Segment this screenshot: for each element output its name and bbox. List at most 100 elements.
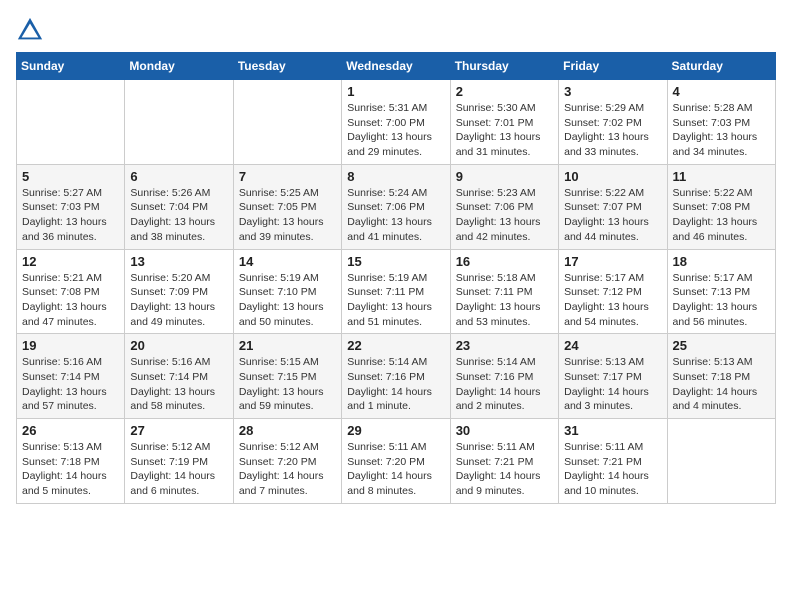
day-number: 31 [564,423,661,438]
calendar-day-cell: 21 Sunrise: 5:15 AMSunset: 7:15 PMDayligh… [233,334,341,419]
day-detail: Sunrise: 5:16 AMSunset: 7:14 PMDaylight:… [130,355,227,414]
day-detail: Sunrise: 5:16 AMSunset: 7:14 PMDaylight:… [22,355,119,414]
day-detail: Sunrise: 5:21 AMSunset: 7:08 PMDaylight:… [22,271,119,330]
calendar-day-cell: 14 Sunrise: 5:19 AMSunset: 7:10 PMDayligh… [233,249,341,334]
day-detail: Sunrise: 5:23 AMSunset: 7:06 PMDaylight:… [456,186,553,245]
calendar-day-cell: 13 Sunrise: 5:20 AMSunset: 7:09 PMDayligh… [125,249,233,334]
day-detail: Sunrise: 5:18 AMSunset: 7:11 PMDaylight:… [456,271,553,330]
day-detail: Sunrise: 5:11 AMSunset: 7:21 PMDaylight:… [564,440,661,499]
day-number: 19 [22,338,119,353]
day-number: 17 [564,254,661,269]
day-detail: Sunrise: 5:22 AMSunset: 7:08 PMDaylight:… [673,186,770,245]
calendar-day-cell: 22 Sunrise: 5:14 AMSunset: 7:16 PMDayligh… [342,334,450,419]
day-number: 16 [456,254,553,269]
day-number: 9 [456,169,553,184]
calendar-day-cell: 9 Sunrise: 5:23 AMSunset: 7:06 PMDaylight… [450,164,558,249]
calendar-day-cell: 30Sunrise: 5:11 AMSunset: 7:21 PMDayligh… [450,419,558,504]
calendar-day-cell: 25 Sunrise: 5:13 AMSunset: 7:18 PMDayligh… [667,334,775,419]
day-detail: Sunrise: 5:24 AMSunset: 7:06 PMDaylight:… [347,186,444,245]
day-number: 5 [22,169,119,184]
calendar-day-cell: 10 Sunrise: 5:22 AMSunset: 7:07 PMDayligh… [559,164,667,249]
day-number: 10 [564,169,661,184]
day-number: 21 [239,338,336,353]
calendar-day-cell: 28 Sunrise: 5:12 AMSunset: 7:20 PMDayligh… [233,419,341,504]
day-of-week-header: Monday [125,53,233,80]
calendar-day-cell: 29 Sunrise: 5:11 AMSunset: 7:20 PMDayligh… [342,419,450,504]
calendar-header-row: SundayMondayTuesdayWednesdayThursdayFrid… [17,53,776,80]
page-header [16,16,776,44]
day-detail: Sunrise: 5:13 AMSunset: 7:18 PMDaylight:… [22,440,119,499]
calendar-day-cell: 2 Sunrise: 5:30 AMSunset: 7:01 PMDaylight… [450,80,558,165]
day-number: 11 [673,169,770,184]
day-detail: Sunrise: 5:13 AMSunset: 7:18 PMDaylight:… [673,355,770,414]
day-number: 1 [347,84,444,99]
day-number: 29 [347,423,444,438]
calendar-day-cell: 8Sunrise: 5:24 AMSunset: 7:06 PMDaylight… [342,164,450,249]
calendar-table: SundayMondayTuesdayWednesdayThursdayFrid… [16,52,776,504]
day-number: 12 [22,254,119,269]
calendar-day-cell: 23Sunrise: 5:14 AMSunset: 7:16 PMDayligh… [450,334,558,419]
day-detail: Sunrise: 5:17 AMSunset: 7:12 PMDaylight:… [564,271,661,330]
day-of-week-header: Thursday [450,53,558,80]
day-number: 15 [347,254,444,269]
logo-icon [16,16,44,44]
day-number: 25 [673,338,770,353]
day-detail: Sunrise: 5:14 AMSunset: 7:16 PMDaylight:… [347,355,444,414]
calendar-day-cell: 6Sunrise: 5:26 AMSunset: 7:04 PMDaylight… [125,164,233,249]
day-detail: Sunrise: 5:12 AMSunset: 7:20 PMDaylight:… [239,440,336,499]
calendar-day-cell: 3 Sunrise: 5:29 AMSunset: 7:02 PMDaylight… [559,80,667,165]
day-number: 13 [130,254,227,269]
day-detail: Sunrise: 5:15 AMSunset: 7:15 PMDaylight:… [239,355,336,414]
day-detail: Sunrise: 5:17 AMSunset: 7:13 PMDaylight:… [673,271,770,330]
day-number: 4 [673,84,770,99]
calendar-day-cell: 31 Sunrise: 5:11 AMSunset: 7:21 PMDayligh… [559,419,667,504]
day-number: 27 [130,423,227,438]
day-detail: Sunrise: 5:22 AMSunset: 7:07 PMDaylight:… [564,186,661,245]
calendar-week-row: 12 Sunrise: 5:21 AMSunset: 7:08 PMDayligh… [17,249,776,334]
day-number: 24 [564,338,661,353]
day-detail: Sunrise: 5:25 AMSunset: 7:05 PMDaylight:… [239,186,336,245]
calendar-day-cell: 20Sunrise: 5:16 AMSunset: 7:14 PMDayligh… [125,334,233,419]
calendar-day-cell: 24Sunrise: 5:13 AMSunset: 7:17 PMDayligh… [559,334,667,419]
day-of-week-header: Tuesday [233,53,341,80]
day-number: 26 [22,423,119,438]
calendar-week-row: 26 Sunrise: 5:13 AMSunset: 7:18 PMDayligh… [17,419,776,504]
day-number: 18 [673,254,770,269]
calendar-day-cell [17,80,125,165]
calendar-day-cell: 16 Sunrise: 5:18 AMSunset: 7:11 PMDayligh… [450,249,558,334]
day-number: 2 [456,84,553,99]
day-detail: Sunrise: 5:19 AMSunset: 7:10 PMDaylight:… [239,271,336,330]
day-number: 7 [239,169,336,184]
day-detail: Sunrise: 5:31 AMSunset: 7:00 PMDaylight:… [347,101,444,160]
calendar-day-cell: 12 Sunrise: 5:21 AMSunset: 7:08 PMDayligh… [17,249,125,334]
day-detail: Sunrise: 5:28 AMSunset: 7:03 PMDaylight:… [673,101,770,160]
calendar-day-cell: 15 Sunrise: 5:19 AMSunset: 7:11 PMDayligh… [342,249,450,334]
day-detail: Sunrise: 5:19 AMSunset: 7:11 PMDaylight:… [347,271,444,330]
day-number: 22 [347,338,444,353]
calendar-day-cell: 1 Sunrise: 5:31 AMSunset: 7:00 PMDaylight… [342,80,450,165]
calendar-week-row: 1 Sunrise: 5:31 AMSunset: 7:00 PMDaylight… [17,80,776,165]
day-number: 28 [239,423,336,438]
calendar-day-cell: 11 Sunrise: 5:22 AMSunset: 7:08 PMDayligh… [667,164,775,249]
calendar-day-cell: 27 Sunrise: 5:12 AMSunset: 7:19 PMDayligh… [125,419,233,504]
calendar-day-cell [667,419,775,504]
day-detail: Sunrise: 5:29 AMSunset: 7:02 PMDaylight:… [564,101,661,160]
calendar-day-cell [233,80,341,165]
day-detail: Sunrise: 5:11 AMSunset: 7:21 PMDaylight:… [456,440,553,499]
calendar-week-row: 19 Sunrise: 5:16 AMSunset: 7:14 PMDayligh… [17,334,776,419]
day-detail: Sunrise: 5:12 AMSunset: 7:19 PMDaylight:… [130,440,227,499]
day-number: 3 [564,84,661,99]
calendar-day-cell: 26 Sunrise: 5:13 AMSunset: 7:18 PMDayligh… [17,419,125,504]
day-detail: Sunrise: 5:11 AMSunset: 7:20 PMDaylight:… [347,440,444,499]
day-number: 14 [239,254,336,269]
day-detail: Sunrise: 5:20 AMSunset: 7:09 PMDaylight:… [130,271,227,330]
calendar-day-cell: 4 Sunrise: 5:28 AMSunset: 7:03 PMDaylight… [667,80,775,165]
day-of-week-header: Friday [559,53,667,80]
day-detail: Sunrise: 5:14 AMSunset: 7:16 PMDaylight:… [456,355,553,414]
calendar-day-cell: 18 Sunrise: 5:17 AMSunset: 7:13 PMDayligh… [667,249,775,334]
day-of-week-header: Sunday [17,53,125,80]
calendar-day-cell [125,80,233,165]
logo [16,16,48,44]
day-detail: Sunrise: 5:30 AMSunset: 7:01 PMDaylight:… [456,101,553,160]
calendar-day-cell: 5Sunrise: 5:27 AMSunset: 7:03 PMDaylight… [17,164,125,249]
